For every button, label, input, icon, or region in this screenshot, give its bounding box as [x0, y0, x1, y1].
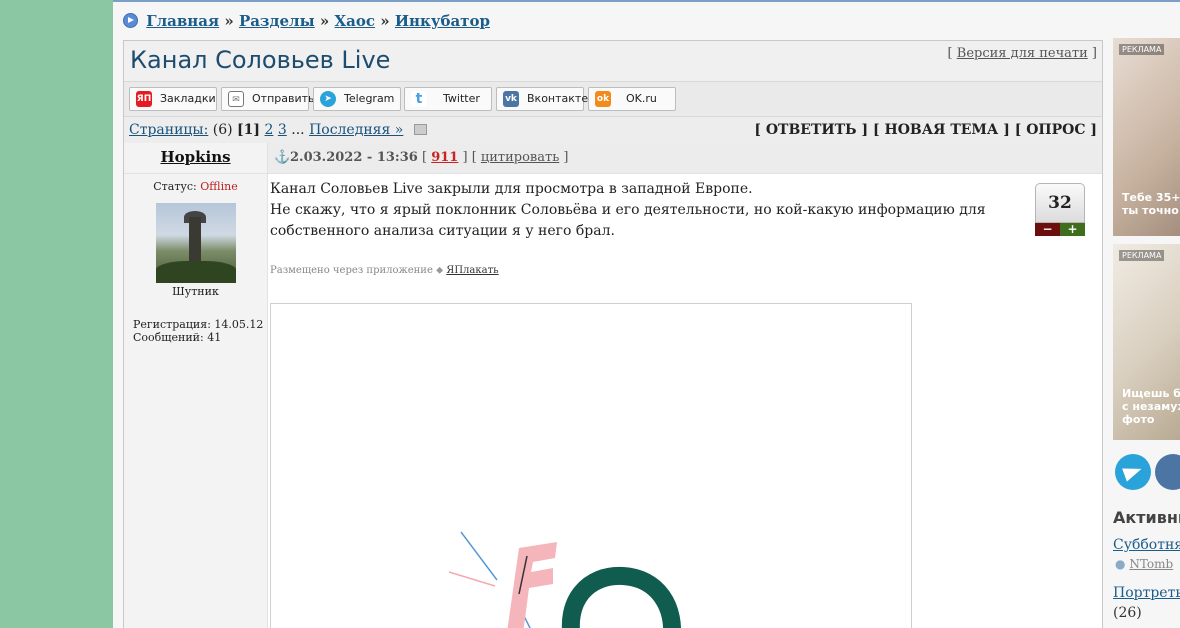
reply-button[interactable]: [ ОТВЕТИТЬ ]	[754, 122, 868, 138]
print-version: [ Версия для печати ]	[947, 46, 1097, 61]
posted-via-label: Размещено через приложение	[270, 265, 433, 276]
ad-text: фото	[1122, 413, 1155, 426]
ad-banner[interactable]: РЕКЛАМА Ищешь бы с незамуж фото	[1113, 244, 1180, 440]
current-page: [1]	[237, 122, 261, 138]
ok-icon: ok	[595, 91, 611, 107]
breadcrumb: Главная » Разделы » Хаос » Инкубатор	[123, 12, 490, 30]
page-link-3[interactable]: 3	[278, 122, 287, 138]
share-label: Закладки	[160, 92, 216, 105]
telegram-icon: ➤	[320, 91, 336, 107]
pagination-label[interactable]: Страницы:	[129, 122, 208, 138]
share-button-twitter[interactable]: t Twitter	[404, 87, 492, 111]
breadcrumb-home[interactable]: Главная	[146, 12, 219, 30]
breadcrumb-separator: »	[224, 12, 234, 30]
active-topic-user: ● NTomb	[1115, 557, 1173, 571]
quote-link[interactable]: цитировать	[481, 150, 559, 165]
share-label: Вконтакте	[527, 92, 589, 105]
topic-container: Канал Соловьев Live [ Версия для печати …	[123, 40, 1103, 628]
share-button-bookmarks[interactable]: ЯП Закладки	[129, 87, 217, 111]
post-text: Канал Соловьев Live закрыли для просмотр…	[270, 179, 990, 242]
share-label: Telegram	[344, 92, 395, 105]
share-button-ok[interactable]: ok OK.ru	[588, 87, 676, 111]
post-header: ⚓ 2.03.2022 - 13:36 [ 911 ] [ цитировать…	[268, 143, 1102, 174]
share-label: Twitter	[443, 92, 480, 105]
post-date: 2.03.2022 - 13:36	[290, 150, 418, 165]
author-info: Регистрация: 14.05.12 Сообщений: 41	[133, 318, 267, 344]
active-topic-author[interactable]: NTomb	[1129, 557, 1173, 571]
ad-label: РЕКЛАМА	[1119, 250, 1165, 261]
last-page-link[interactable]: Последняя »	[309, 122, 403, 138]
share-button-vk[interactable]: vk Вконтакте	[496, 87, 588, 111]
subscribe-icon[interactable]	[413, 124, 427, 135]
author-rank: Шутник	[172, 285, 219, 298]
author-name: Hopkins	[124, 143, 267, 174]
posted-via: Размещено через приложение ⬥ ЯПлакать	[270, 265, 499, 276]
forum-page: Главная » Разделы » Хаос » Инкубатор Кан…	[113, 0, 1180, 628]
ad-text: Ищешь бы	[1122, 387, 1180, 400]
ad-banner[interactable]: РЕКЛАМА Тебе 35+ и ты точно н	[1113, 38, 1180, 236]
active-topic-link[interactable]: Портреты	[1113, 585, 1180, 601]
post-image[interactable]	[270, 303, 912, 628]
pagination-bar: Страницы: (6) [1] 2 3 ... Последняя » [ …	[124, 117, 1102, 146]
breadcrumb-separator: »	[319, 12, 330, 30]
breadcrumb-incubator[interactable]: Инкубатор	[395, 12, 490, 30]
post-rating: 32 − +	[1035, 183, 1085, 236]
rating-value: 32	[1035, 183, 1085, 223]
telegram-icon[interactable]	[1115, 454, 1151, 490]
page-link-2[interactable]: 2	[265, 122, 274, 138]
post-text-line: Не скажу, что я ярый поклонник Соловьёва…	[270, 202, 986, 218]
author-status: Статус: Offline	[124, 180, 267, 193]
share-label: Отправить	[252, 92, 315, 105]
post-text-line: собственного анализа ситуации я у него б…	[270, 223, 615, 239]
active-topic-link[interactable]: Субботняя	[1113, 537, 1180, 553]
rate-plus-button[interactable]: +	[1060, 223, 1085, 236]
topic-actions: [ ОТВЕТИТЬ ] [ НОВАЯ ТЕМА ] [ ОПРОС ]	[754, 122, 1097, 138]
ad-column: РЕКЛАМА Тебе 35+ и ты точно н РЕКЛАМА Ищ…	[1113, 38, 1180, 440]
post-text-line: Канал Соловьев Live закрыли для просмотр…	[270, 181, 753, 197]
vk-icon: vk	[503, 91, 519, 107]
mail-icon: ✉	[228, 91, 244, 107]
page-count: (6)	[212, 122, 233, 138]
ad-text: Тебе 35+ и	[1122, 191, 1180, 204]
post-number-link[interactable]: 911	[431, 150, 458, 165]
post: Hopkins Статус: Offline Шутник Регистрац…	[124, 143, 1102, 628]
ad-text: ты точно н	[1122, 204, 1180, 217]
message-count: Сообщений: 41	[133, 331, 222, 344]
topic-header: Канал Соловьев Live [ Версия для печати …	[124, 41, 1102, 82]
pagination-ellipsis: ...	[291, 122, 305, 138]
print-version-link[interactable]: Версия для печати	[957, 46, 1088, 61]
user-icon: ●	[1115, 557, 1126, 571]
pagination: Страницы: (6) [1] 2 3 ... Последняя »	[129, 122, 427, 138]
breadcrumb-chaos[interactable]: Хаос	[335, 12, 376, 30]
poll-button[interactable]: [ ОПРОС ]	[1015, 122, 1097, 138]
share-button-telegram[interactable]: ➤ Telegram	[313, 87, 401, 111]
share-button-send[interactable]: ✉ Отправить	[221, 87, 315, 111]
ad-text: с незамуж	[1122, 400, 1180, 413]
logo-graphic	[448, 531, 681, 628]
anchor-icon[interactable]: ⚓	[274, 150, 290, 165]
app-link[interactable]: ЯПлакать	[446, 265, 498, 276]
active-topic-count: (26)	[1113, 605, 1142, 621]
status-label: Статус:	[153, 180, 197, 193]
status-value: Offline	[200, 180, 238, 193]
registration-date: Регистрация: 14.05.12	[133, 318, 264, 331]
share-label: OK.ru	[626, 92, 657, 105]
page-title: Канал Соловьев Live	[130, 46, 391, 74]
rate-minus-button[interactable]: −	[1035, 223, 1060, 236]
avatar[interactable]	[155, 203, 236, 283]
ad-label: РЕКЛАМА	[1119, 44, 1165, 55]
active-topics-title: Активны	[1113, 508, 1180, 527]
breadcrumb-separator: »	[380, 12, 390, 30]
new-topic-button[interactable]: [ НОВАЯ ТЕМА ]	[873, 122, 1010, 138]
android-icon: ⬥	[436, 265, 444, 276]
author-panel: Hopkins Статус: Offline Шутник Регистрац…	[124, 143, 268, 628]
post-links: [ 911 ] [ цитировать ]	[422, 150, 569, 165]
breadcrumb-sections[interactable]: Разделы	[239, 12, 315, 30]
twitter-icon: t	[411, 91, 427, 107]
author-link[interactable]: Hopkins	[160, 148, 230, 166]
play-arrow-icon	[123, 13, 138, 28]
yap-icon: ЯП	[136, 91, 152, 107]
share-bar: ЯП Закладки ✉ Отправить ➤ Telegram t Twi…	[124, 82, 1102, 117]
